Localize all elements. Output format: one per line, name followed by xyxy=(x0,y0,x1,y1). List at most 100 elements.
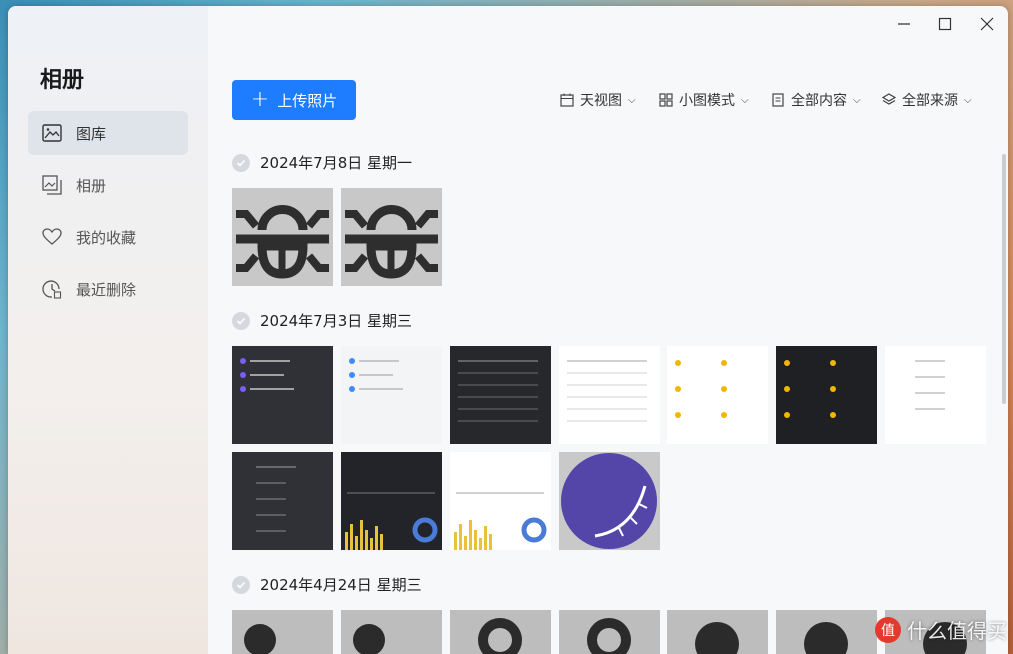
photo-thumbnail[interactable] xyxy=(341,610,442,654)
sidebar-item-favorites[interactable]: 我的收藏 xyxy=(28,215,188,259)
thumb-detail xyxy=(675,386,681,392)
thumb-detail xyxy=(240,358,246,364)
thumb-detail xyxy=(458,408,538,410)
thumb-detail xyxy=(256,530,286,532)
moon-logo xyxy=(561,453,657,549)
thumb-detail xyxy=(458,360,538,362)
date-group-label: 2024年7月3日 星期三 xyxy=(260,312,413,330)
thumb-detail xyxy=(567,360,647,362)
plus-icon: + xyxy=(250,87,270,112)
photo-thumbnail[interactable] xyxy=(776,610,877,654)
close-button[interactable] xyxy=(977,14,997,34)
close-icon xyxy=(980,17,994,31)
date-group-header: 2024年7月3日 星期三 xyxy=(232,310,412,331)
sidebar-item-recently-deleted[interactable]: 最近删除 xyxy=(28,267,188,311)
photo-thumbnail[interactable] xyxy=(232,610,333,654)
photos-window: 相册 图库 相册 我的收藏 最近删除 + 上传照片 天视图 ⌵ 小图模式 ⌵ 全… xyxy=(8,6,1008,654)
thumb-detail xyxy=(915,360,945,362)
minimize-button[interactable] xyxy=(894,14,914,34)
photo-thumbnail[interactable] xyxy=(232,188,333,286)
thumb-detail xyxy=(256,482,286,484)
content-dropdown-label: 全部内容 xyxy=(791,93,847,109)
check-icon xyxy=(236,581,246,589)
sidebar-item-label: 最近删除 xyxy=(76,280,137,299)
chevron-down-icon: ⌵ xyxy=(964,94,972,106)
thumb-detail xyxy=(675,360,681,366)
photo-thumbnail[interactable] xyxy=(450,452,551,550)
sidebar-item-gallery[interactable]: 图库 xyxy=(28,111,188,155)
bug-icon xyxy=(345,205,438,279)
thumb-detail xyxy=(256,498,286,500)
view-dropdown-label: 天视图 xyxy=(580,93,622,109)
photo-thumbnail[interactable] xyxy=(450,346,551,444)
date-group-label: 2024年4月24日 星期三 xyxy=(260,576,422,594)
thumb-detail xyxy=(567,396,647,398)
scrollbar[interactable] xyxy=(1002,154,1006,404)
sidebar-item-label: 图库 xyxy=(76,124,107,143)
document-icon xyxy=(772,93,784,107)
date-group-header: 2024年7月8日 星期一 xyxy=(232,152,412,173)
thumb-detail xyxy=(456,492,544,494)
bar-graphic xyxy=(345,517,438,550)
photo-thumbnail[interactable] xyxy=(341,452,442,550)
photo-thumbnail[interactable] xyxy=(450,610,551,654)
avatar-graphic xyxy=(353,624,385,654)
source-dropdown-label: 全部来源 xyxy=(902,93,958,109)
photo-thumbnail[interactable] xyxy=(559,346,660,444)
photo-thumbnail[interactable] xyxy=(341,346,442,444)
avatar-graphic xyxy=(804,622,848,654)
thumb-detail xyxy=(240,372,246,378)
check-icon xyxy=(236,317,246,325)
bug-icon xyxy=(236,205,329,279)
thumb-detail xyxy=(721,360,727,366)
photo-thumbnail[interactable] xyxy=(232,346,333,444)
upload-photos-button[interactable]: + 上传照片 xyxy=(232,80,356,120)
thumb-detail xyxy=(784,360,790,366)
photo-thumbnail[interactable] xyxy=(776,346,877,444)
thumb-detail xyxy=(830,412,836,418)
select-group-checkbox[interactable] xyxy=(232,575,250,594)
thumb-detail xyxy=(256,466,296,468)
photo-thumbnail[interactable] xyxy=(559,610,660,654)
thumb-detail xyxy=(915,376,945,378)
avatar-graphic xyxy=(695,622,739,654)
thumb-detail xyxy=(721,412,727,418)
thumb-detail xyxy=(250,388,294,390)
photo-thumbnail[interactable] xyxy=(232,452,333,550)
thumb-detail xyxy=(458,420,538,422)
thumb-detail xyxy=(567,420,647,422)
bar-graphic xyxy=(454,517,547,550)
thumb-detail xyxy=(349,372,355,378)
thumb-detail xyxy=(784,386,790,392)
thumb-detail xyxy=(675,412,681,418)
mode-dropdown-label: 小图模式 xyxy=(679,93,735,109)
photo-thumbnail[interactable] xyxy=(559,452,660,550)
photo-thumbnail[interactable] xyxy=(341,188,442,286)
date-group-header: 2024年4月24日 星期三 xyxy=(232,574,422,595)
photo-thumbnail[interactable] xyxy=(667,610,768,654)
thumb-detail xyxy=(256,514,286,516)
mode-dropdown[interactable]: 小图模式 ⌵ xyxy=(659,90,749,110)
recent-delete-icon xyxy=(42,279,62,299)
thumb-detail xyxy=(915,408,945,410)
thumb-detail xyxy=(458,372,538,374)
photo-thumbnail[interactable] xyxy=(885,346,986,444)
thumb-detail xyxy=(915,392,945,394)
watermark: 值 什么值得买 xyxy=(875,615,1007,644)
source-dropdown[interactable]: 全部来源 ⌵ xyxy=(882,90,972,110)
view-dropdown[interactable]: 天视图 ⌵ xyxy=(560,90,636,110)
grid-icon xyxy=(659,93,673,107)
photo-thumbnail[interactable] xyxy=(667,346,768,444)
maximize-button[interactable] xyxy=(935,14,955,34)
thumb-detail xyxy=(458,384,538,386)
maximize-icon xyxy=(938,17,952,31)
sidebar-item-albums[interactable]: 相册 xyxy=(28,163,188,207)
image-icon xyxy=(42,123,62,143)
select-group-checkbox[interactable] xyxy=(232,311,250,330)
thumb-detail xyxy=(240,386,246,392)
sidebar-item-label: 我的收藏 xyxy=(76,228,137,247)
thumb-detail xyxy=(250,360,290,362)
select-group-checkbox[interactable] xyxy=(232,153,250,172)
content-dropdown[interactable]: 全部内容 ⌵ xyxy=(771,90,861,110)
check-icon xyxy=(236,159,246,167)
